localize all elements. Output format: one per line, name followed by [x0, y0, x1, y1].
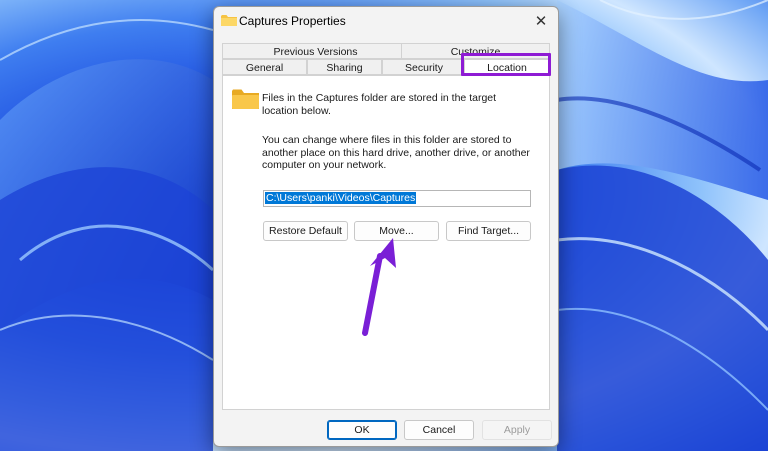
apply-button[interactable]: Apply: [482, 420, 552, 440]
tab-sharing[interactable]: Sharing: [307, 59, 382, 75]
folder-icon: [232, 89, 259, 109]
window-title: Captures Properties: [239, 14, 346, 28]
annotation-arrow-icon: [362, 238, 396, 336]
folder-icon: [221, 15, 237, 26]
find-target-button[interactable]: Find Target...: [446, 221, 531, 241]
properties-dialog: Captures Properties ✕ Previous Versions …: [213, 6, 559, 447]
location-tab-highlight: [461, 53, 551, 76]
change-location-description: You can change where files in this folde…: [262, 134, 530, 171]
location-description: Files in the Captures folder are stored …: [262, 92, 497, 117]
tab-security[interactable]: Security: [382, 59, 466, 75]
restore-default-button[interactable]: Restore Default: [263, 221, 348, 241]
ok-button[interactable]: OK: [327, 420, 397, 440]
tab-previous-versions[interactable]: Previous Versions: [222, 43, 409, 59]
title-bar[interactable]: Captures Properties ✕: [214, 7, 558, 37]
location-path-input[interactable]: C:\Users\panki\Videos\Captures: [263, 190, 531, 207]
cancel-button[interactable]: Cancel: [404, 420, 474, 440]
tab-general[interactable]: General: [222, 59, 307, 75]
close-button[interactable]: ✕: [524, 7, 558, 35]
selected-path-text: C:\Users\panki\Videos\Captures: [265, 192, 417, 204]
